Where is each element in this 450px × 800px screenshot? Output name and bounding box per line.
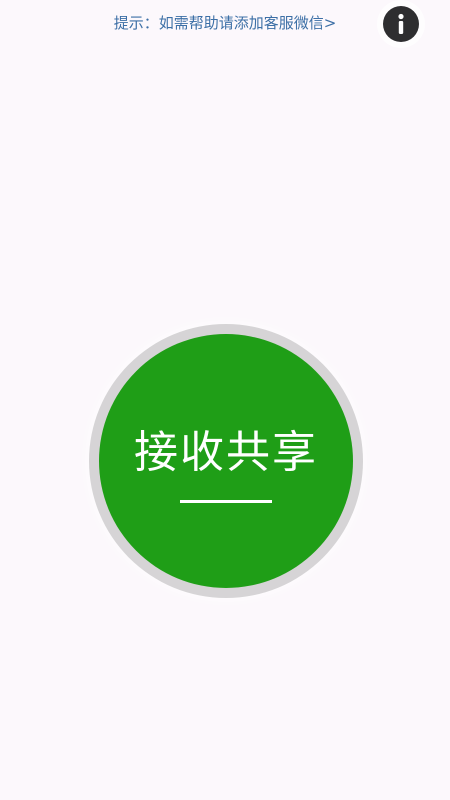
screen: 提示：如需帮助请添加客服微信> 接收共享 xyxy=(0,0,450,800)
info-button[interactable] xyxy=(383,6,419,42)
receive-share-circle: 接收共享 xyxy=(99,334,353,588)
receive-share-button[interactable]: 接收共享 xyxy=(89,324,363,598)
help-hint-link[interactable]: 提示：如需帮助请添加客服微信> xyxy=(90,12,360,34)
info-icon xyxy=(398,13,404,34)
label-underline xyxy=(180,499,272,503)
receive-share-label: 接收共享 xyxy=(134,426,318,478)
